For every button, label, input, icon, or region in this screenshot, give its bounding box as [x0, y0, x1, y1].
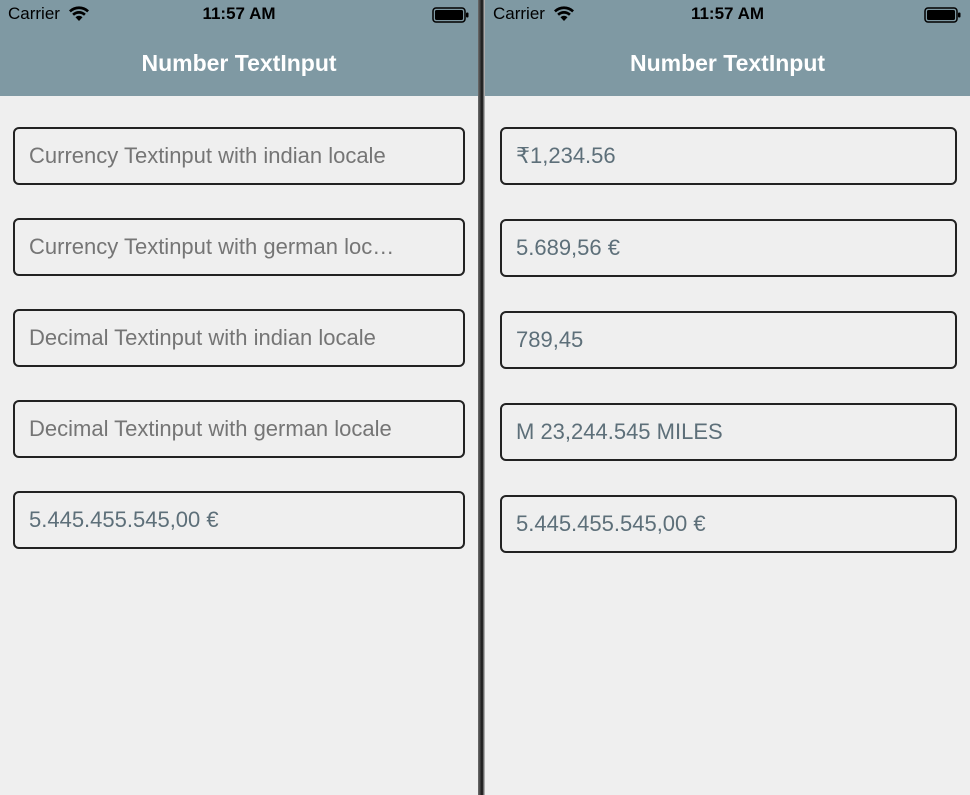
- nav-header: Carrier 11:57 AM Number TextInput: [0, 0, 478, 96]
- decimal-german-input[interactable]: [500, 403, 957, 461]
- currency-german-input[interactable]: [500, 219, 957, 277]
- right-phone-screen: Carrier 11:57 AM Number TextInput: [485, 0, 970, 795]
- nav-header: Carrier 11:57 AM Number TextInput: [485, 0, 970, 96]
- page-title: Number TextInput: [141, 50, 337, 76]
- status-bar: Carrier 11:57 AM: [0, 0, 478, 30]
- currency-indian-input[interactable]: [500, 127, 957, 185]
- preset-currency-input[interactable]: [13, 491, 465, 549]
- battery-icon: [432, 7, 469, 23]
- decimal-indian-input[interactable]: [13, 309, 465, 367]
- screen-divider: [478, 0, 485, 795]
- status-time: 11:57 AM: [202, 4, 276, 23]
- battery-icon: [924, 7, 961, 23]
- page-title: Number TextInput: [629, 50, 826, 76]
- status-bar: Carrier 11:57 AM: [485, 0, 970, 30]
- decimal-german-input[interactable]: [13, 400, 465, 458]
- currency-indian-input[interactable]: [13, 127, 465, 185]
- preset-currency-input[interactable]: [500, 495, 957, 553]
- screenshot-stage: Carrier 11:57 AM Number TextInput Curren…: [0, 0, 970, 795]
- currency-german-input[interactable]: [13, 218, 465, 276]
- status-time: 11:57 AM: [690, 4, 765, 23]
- left-phone-screen: Carrier 11:57 AM Number TextInput: [0, 0, 478, 795]
- decimal-indian-input[interactable]: [500, 311, 957, 369]
